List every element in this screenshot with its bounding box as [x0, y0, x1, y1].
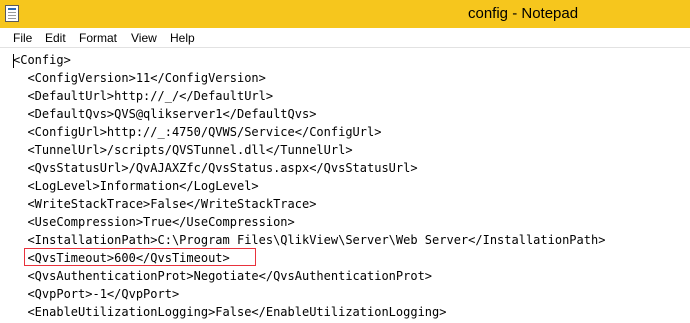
menu-bar: File Edit Format View Help	[0, 28, 690, 48]
editor-line-qvs-status-url: <QvsStatusUrl>/QvAJAXZfc/QvsStatus.aspx<…	[13, 161, 418, 175]
editor-line-config-open: <Config>	[13, 53, 71, 67]
notepad-icon[interactable]	[5, 5, 19, 22]
menu-edit[interactable]: Edit	[45, 30, 66, 46]
editor-line-enable-utilization-logging: <EnableUtilizationLogging>False</EnableU…	[13, 305, 447, 319]
notepad-window: config - Notepad File Edit Format View H…	[0, 0, 690, 323]
editor-line-config-version: <ConfigVersion>11</ConfigVersion>	[13, 71, 266, 85]
menu-file[interactable]: File	[13, 30, 32, 46]
editor-line-write-stack-trace: <WriteStackTrace>False</WriteStackTrace>	[13, 197, 317, 211]
editor-line-installation-path: <InstallationPath>C:\Program Files\QlikV…	[13, 233, 606, 247]
editor-line-use-compression: <UseCompression>True</UseCompression>	[13, 215, 295, 229]
editor-line-tunnel-url: <TunnelUrl>/scripts/QVSTunnel.dll</Tunne…	[13, 143, 353, 157]
text-editor[interactable]: <Config> <ConfigVersion>11</ConfigVersio…	[0, 48, 690, 323]
menu-format[interactable]: Format	[79, 30, 117, 46]
editor-line-default-qvs: <DefaultQvs>QVS@qlikserver1</DefaultQvs>	[13, 107, 317, 121]
editor-line-default-url: <DefaultUrl>http://_/</DefaultUrl>	[13, 89, 274, 103]
editor-line-qvp-port: <QvpPort>-1</QvpPort>	[13, 287, 180, 301]
menu-help[interactable]: Help	[170, 30, 195, 46]
qvs-timeout-highlight	[24, 248, 256, 266]
title-bar[interactable]: config - Notepad	[0, 0, 690, 28]
editor-line-config-url: <ConfigUrl>http://_:4750/QVWS/Service</C…	[13, 125, 382, 139]
editor-line-log-level: <LogLevel>Information</LogLevel>	[13, 179, 259, 193]
editor-line-qvs-authentication-prot: <QvsAuthenticationProt>Negotiate</QvsAut…	[13, 269, 433, 283]
window-title: config - Notepad	[468, 5, 579, 22]
text-cursor	[13, 54, 14, 68]
menu-view[interactable]: View	[131, 30, 157, 46]
